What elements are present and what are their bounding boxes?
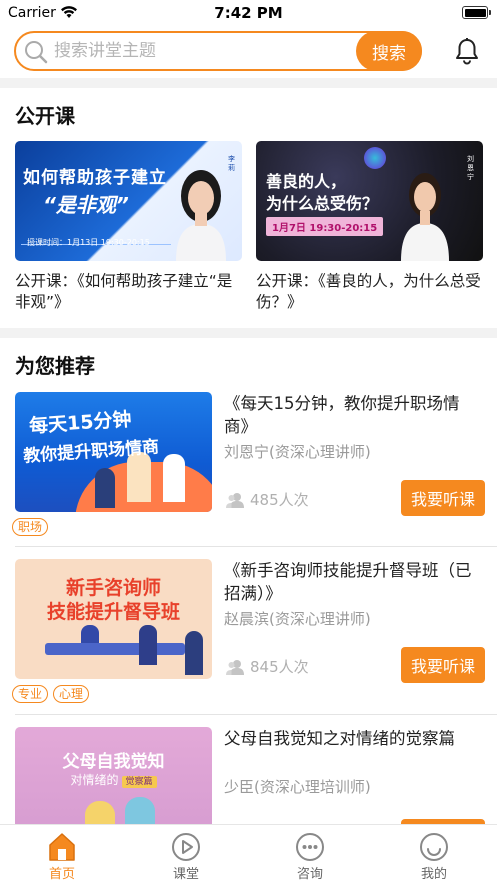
divider [15, 714, 497, 715]
decor-figure [139, 625, 157, 665]
thumb-title-line: 善良的人， [266, 172, 347, 191]
thumb-subtitle: 技能提升督导班 [46, 601, 180, 623]
tag[interactable]: 职场 [12, 518, 49, 536]
tab-label: 我的 [420, 867, 447, 882]
listen-button[interactable]: 我要听课 [401, 647, 485, 683]
course-thumbnail: 新手咨询师 技能提升督导班 [15, 559, 212, 679]
thumb-title: 父母自我觉知 [62, 752, 165, 772]
course-caption: 公开课：《如何帮助孩子建立“是非观”》 [15, 272, 233, 311]
section-title: 公开课 [15, 104, 75, 128]
search-button[interactable]: 搜索 [356, 31, 422, 71]
tab-label: 咨询 [296, 867, 323, 882]
people-icon [226, 659, 244, 675]
teacher-label: 赵晨滨(资深心理讲师) [224, 610, 371, 628]
decor-plant [185, 631, 203, 675]
thumb-subtitle: 对情绪的 觉察篇 [15, 771, 212, 788]
tab-classroom[interactable]: 课堂 [151, 831, 221, 882]
open-course-card[interactable]: 善良的人， 为什么总受伤？ 1月7日 19:30-20:15 刘恩宁 公开课：《… [256, 141, 483, 313]
search-bar[interactable]: 搜索 [14, 31, 422, 71]
home-icon [27, 831, 97, 863]
search-icon [24, 40, 48, 68]
smile-icon [399, 831, 469, 863]
thumb-title-line: 为什么总受伤？ [266, 194, 379, 213]
course-caption: 公开课：《善良的人，为什么总受伤？》 [256, 272, 481, 311]
thumb-time: 授课时间：1月13日 19:30-20:15 [27, 238, 150, 247]
decor-figure [125, 797, 155, 824]
battery-icon [462, 6, 491, 19]
thumb-pill: 觉察篇 [121, 776, 157, 788]
clock: 7:42 PM [214, 4, 283, 22]
tab-label: 首页 [48, 867, 75, 882]
people-icon [226, 492, 244, 508]
status-bar: Carrier 7:42 PM [0, 0, 497, 26]
tab-bar: 首页 课堂 咨询 我的 [0, 824, 497, 883]
search-input[interactable] [54, 39, 354, 63]
tab-home[interactable]: 首页 [27, 831, 97, 882]
decor-figure [163, 454, 185, 502]
tag[interactable]: 心理 [53, 685, 90, 703]
course-title: 《每天15分钟，教你提升职场情商》 [224, 394, 460, 436]
open-course-card[interactable]: 如何帮助孩子建立 “是非观” 授课时间：1月13日 19:30-20:15 李莉… [15, 141, 242, 313]
view-count: 485人次 [226, 489, 309, 510]
course-title: 《新手咨询师技能提升督导班（已招满）》 [224, 561, 472, 603]
thumb-title: 每天15分钟 [28, 408, 133, 438]
chat-icon [275, 831, 345, 863]
thumb-time: 1月7日 19:30-20:15 [266, 217, 384, 236]
tag-list: 专业 心理 [12, 685, 90, 703]
decor-shape [45, 643, 185, 655]
bell-icon[interactable] [454, 37, 480, 69]
tag[interactable]: 专业 [12, 685, 49, 703]
course-thumbnail: 善良的人， 为什么总受伤？ 1月7日 19:30-20:15 刘恩宁 [256, 141, 483, 261]
divider [15, 546, 497, 547]
decor-figure [127, 452, 151, 502]
search-header: 搜索 [0, 26, 497, 78]
thumb-title: 新手咨询师 [65, 577, 161, 599]
tag-list: 职场 [12, 518, 49, 536]
recommend-section: 为您推荐 每天15分钟 教你提升职场情商 《每天15分钟，教你提升职场情商》 刘… [0, 338, 497, 824]
decor-figure [85, 801, 115, 824]
open-courses-section: 公开课 如何帮助孩子建立 “是非观” 授课时间：1月13日 19:30-20:1… [0, 88, 497, 328]
thumb-teacher-name: 刘恩宁 [467, 155, 474, 181]
tab-label: 课堂 [172, 867, 199, 882]
teacher-label: 刘恩宁(资深心理讲师) [224, 443, 371, 461]
decor-figure [95, 468, 115, 508]
view-count-text: 845人次 [250, 658, 309, 676]
course-thumbnail: 父母自我觉知 对情绪的 觉察篇 [15, 727, 212, 824]
teacher-photo [176, 170, 226, 261]
view-count: 845人次 [226, 656, 309, 677]
play-icon [151, 831, 221, 863]
course-title: 父母自我觉知之对情绪的觉察篇 [224, 729, 455, 748]
teacher-label: 少臣(资深心理培训师) [224, 778, 371, 796]
thumb-title: 如何帮助孩子建立 [23, 168, 167, 188]
thumb-subtitle-text: 对情绪的 [70, 773, 119, 787]
course-thumbnail: 每天15分钟 教你提升职场情商 [15, 392, 212, 512]
thumb-title: 善良的人， 为什么总受伤？ [266, 171, 378, 215]
teacher-photo [401, 173, 449, 261]
tab-consult[interactable]: 咨询 [275, 831, 345, 882]
thumb-big-text: “是非观” [43, 193, 129, 217]
tab-mine[interactable]: 我的 [399, 831, 469, 882]
listen-button[interactable]: 我要听课 [401, 480, 485, 516]
decor-orb [364, 147, 386, 169]
section-title: 为您推荐 [15, 354, 95, 378]
view-count-text: 485人次 [250, 491, 309, 509]
course-thumbnail: 如何帮助孩子建立 “是非观” 授课时间：1月13日 19:30-20:15 李莉 [15, 141, 242, 261]
